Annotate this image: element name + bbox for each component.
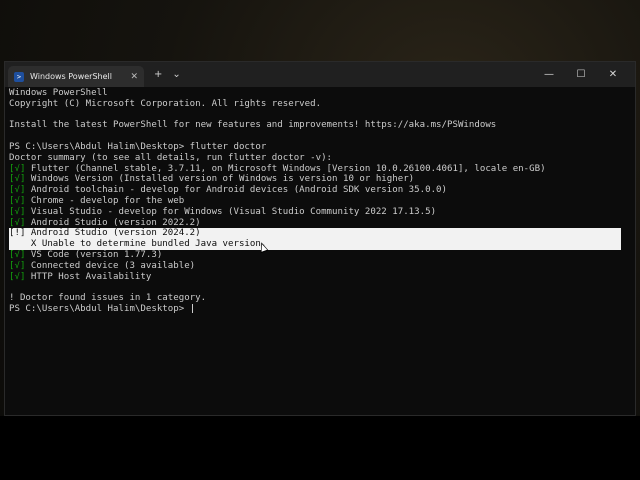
new-tab-button[interactable]: + — [154, 69, 162, 80]
terminal-line: Windows PowerShell — [9, 88, 635, 99]
terminal-line: [√] Flutter (Channel stable, 3.7.11, on … — [9, 164, 635, 175]
line-text: Windows Version (Installed version of Wi… — [25, 174, 415, 185]
line-text: HTTP Host Availability — [25, 271, 152, 282]
text-cursor — [191, 303, 193, 313]
status-mark: [√] — [9, 163, 26, 174]
status-mark: [√] — [9, 260, 26, 271]
powershell-window[interactable]: > Windows PowerShell ✕ + ⌄ — ☐ ✕ Windows… — [4, 61, 636, 416]
terminal-line: Copyright (C) Microsoft Corporation. All… — [9, 99, 635, 110]
terminal-output[interactable]: Windows PowerShell Copyright (C) Microsof… — [5, 87, 635, 315]
terminal-line: ! Doctor found issues in 1 category. — [9, 293, 635, 304]
line-text: PS C:\Users\Abdul Halim\Desktop> flutter… — [9, 141, 267, 152]
line-text: ! Doctor found issues in 1 category. — [9, 293, 207, 304]
status-mark: [√] — [9, 174, 26, 185]
close-button[interactable]: ✕ — [597, 69, 629, 80]
status-mark: [√] — [9, 271, 26, 282]
title-bar[interactable]: > Windows PowerShell ✕ + ⌄ — ☐ ✕ — [5, 62, 635, 87]
terminal-line: [√] VS Code (version 1.77.3) — [9, 250, 635, 261]
status-mark: [√] — [9, 195, 26, 206]
line-text: PS C:\Users\Abdul Halim\Desktop> — [9, 303, 190, 314]
terminal-line: [√] HTTP Host Availability — [9, 272, 635, 283]
terminal-line: [√] Android toolchain - develop for Andr… — [9, 185, 635, 196]
line-text: VS Code (version 1.77.3) — [25, 249, 163, 260]
terminal-line: PS C:\Users\Abdul Halim\Desktop> flutter… — [9, 142, 635, 153]
status-mark: [√] — [9, 249, 26, 260]
tab-windows-powershell[interactable]: > Windows PowerShell ✕ — [8, 66, 144, 87]
line-text: Android Studio (version 2022.2) — [25, 217, 201, 228]
terminal-line: Install the latest PowerShell for new fe… — [9, 120, 635, 131]
line-text: Chrome - develop for the web — [25, 195, 185, 206]
line-text: Connected device (3 available) — [25, 260, 196, 271]
chevron-down-icon[interactable]: ⌄ — [172, 69, 180, 80]
line-text: Doctor summary (to see all details, run … — [9, 152, 333, 163]
line-text: Visual Studio - develop for Windows (Vis… — [25, 206, 437, 217]
terminal-line: [√] Windows Version (Installed version o… — [9, 174, 635, 185]
terminal-line: PS C:\Users\Abdul Halim\Desktop> — [9, 303, 635, 315]
minimize-button[interactable]: — — [533, 69, 565, 80]
status-mark: [√] — [9, 217, 26, 228]
terminal-line: X Unable to determine bundled Java versi… — [9, 239, 621, 250]
terminal-line: [!] Android Studio (version 2024.2) — [9, 228, 621, 240]
terminal-line: [√] Visual Studio - develop for Windows … — [9, 207, 635, 218]
close-tab-icon[interactable]: ✕ — [130, 72, 138, 82]
powershell-icon: > — [14, 71, 24, 82]
terminal-line: [√] Android Studio (version 2022.2) — [9, 218, 635, 229]
line-text: X Unable to determine bundled Java versi… — [9, 239, 267, 250]
line-text: Copyright (C) Microsoft Corporation. All… — [9, 98, 322, 109]
terminal-line: [√] Connected device (3 available) — [9, 261, 635, 272]
line-text: Windows PowerShell — [9, 88, 108, 98]
terminal-line: [√] Chrome - develop for the web — [9, 196, 635, 207]
line-text: Android toolchain - develop for Android … — [25, 185, 448, 196]
status-mark: [√] — [9, 206, 26, 217]
line-text: Android Studio (version 2024.2) — [25, 228, 201, 239]
maximize-button[interactable]: ☐ — [565, 69, 597, 80]
line-text: Install the latest PowerShell for new fe… — [9, 120, 497, 131]
line-text: Flutter (Channel stable, 3.7.11, on Micr… — [25, 163, 546, 174]
status-mark: [!] — [9, 228, 26, 239]
tab-title: Windows PowerShell — [30, 72, 112, 81]
window-controls: — ☐ ✕ — [533, 62, 629, 87]
status-mark: [√] — [9, 185, 26, 196]
terminal-line: Doctor summary (to see all details, run … — [9, 153, 635, 164]
background-bottom-bar — [0, 416, 640, 480]
